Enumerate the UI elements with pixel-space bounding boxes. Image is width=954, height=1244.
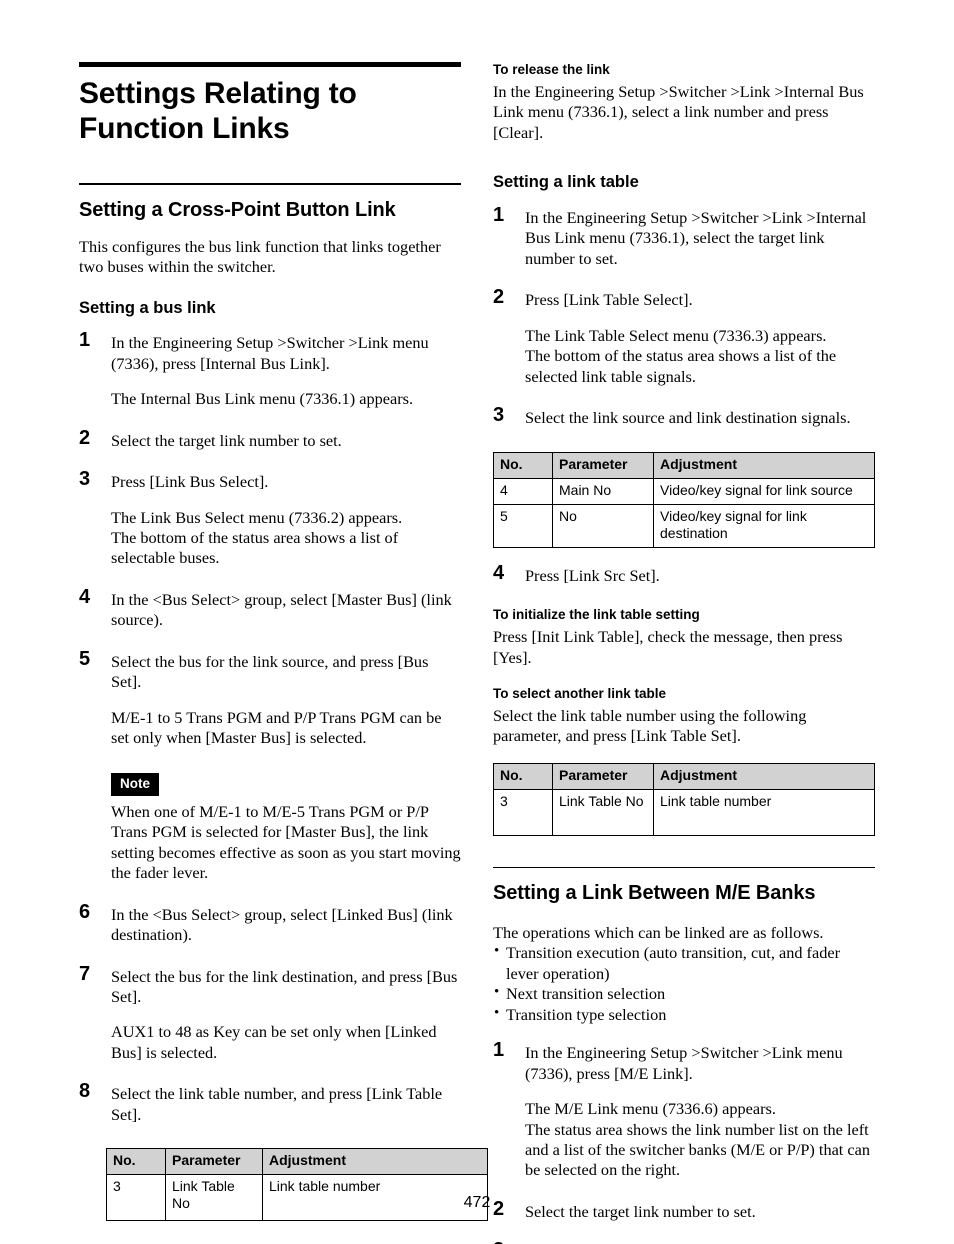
table-cell-no: 3 <box>493 788 553 836</box>
step-item: 4 Press [Link Src Set]. <box>493 561 875 586</box>
step-item: 7 Select the bus for the link destinatio… <box>79 962 461 1008</box>
table-header-row: No. Parameter Adjustment <box>493 762 875 790</box>
table-header-no: No. <box>106 1148 166 1175</box>
list-item: Transition type selection <box>493 1004 875 1025</box>
step-item: 1 In the Engineering Setup >Switcher >Li… <box>493 203 875 269</box>
table-header-parameter: Parameter <box>552 452 654 480</box>
subheading-initialize-link-table: To initialize the link table setting <box>493 607 700 623</box>
step-number: 6 <box>79 900 91 923</box>
table-cell-adjustment: Link table number <box>653 788 875 836</box>
step-number: 7 <box>79 962 91 985</box>
step-text: In the <Bus Select> group, select [Linke… <box>111 904 453 945</box>
step-continuation: The M/E Link menu (7336.6) appears. The … <box>525 1099 870 1180</box>
step-text: In the <Bus Select> group, select [Maste… <box>111 589 452 630</box>
right-column: To release the link In the Engineering S… <box>493 62 875 1244</box>
table-row: 3 Link Table No Link table number <box>493 788 875 836</box>
step-item: 3 Press [Link Bus Select]. <box>79 468 461 492</box>
step-text: Select the target link number to set. <box>111 430 342 450</box>
select-another-link-table-text: Select the link table number using the f… <box>493 706 807 746</box>
step-item: 1 In the Engineering Setup >Switcher >Li… <box>493 1039 875 1084</box>
step-text: In the Engineering Setup >Switcher >Link… <box>525 207 867 268</box>
note-block: Note <box>79 773 461 796</box>
step-item: 5 Select the bus for the link source, an… <box>79 647 461 693</box>
table-row: 5 No Video/key signal for link destinati… <box>493 503 875 548</box>
step-number: 1 <box>493 1039 505 1062</box>
table-header-adjustment: Adjustment <box>653 452 875 480</box>
table-cell-adjustment: Video/key signal for link destination <box>653 503 875 548</box>
table-header-adjustment: Adjustment <box>262 1148 488 1175</box>
table-header-no: No. <box>493 762 553 790</box>
link-table-number-table: No. Parameter Adjustment 3 Link Table No… <box>493 762 875 836</box>
me-banks-intro: The operations which can be linked are a… <box>493 923 824 943</box>
subheading-setting-bus-link: Setting a bus link <box>79 298 216 317</box>
step-number: 4 <box>493 561 505 584</box>
release-link-text: In the Engineering Setup >Switcher >Link… <box>493 81 864 142</box>
initialize-link-table-text: Press [Init Link Table], check the messa… <box>493 627 843 667</box>
cross-point-intro: This configures the bus link function th… <box>79 236 441 277</box>
step-text: Select the bus for the link source, and … <box>111 651 429 692</box>
step-number: 3 <box>79 468 91 491</box>
manual-page: Settings Relating to Function Links Sett… <box>0 0 954 1244</box>
list-item: Next transition selection <box>493 983 875 1004</box>
step-number: 2 <box>79 426 91 449</box>
step-continuation: M/E-1 to 5 Trans PGM and P/P Trans PGM c… <box>111 707 442 748</box>
table-cell-parameter: Link Table No <box>552 788 654 836</box>
table-header-row: No. Parameter Adjustment <box>106 1148 488 1175</box>
list-item: Transition execution (auto transition, c… <box>493 942 875 984</box>
table-header-no: No. <box>493 452 553 480</box>
subheading-select-another-link-table: To select another link table <box>493 686 667 702</box>
step-number: 1 <box>79 329 91 352</box>
step-text: In the Engineering Setup >Switcher >Link… <box>111 333 429 373</box>
step-text: Select the link table number, and press … <box>111 1084 443 1124</box>
title-top-rule <box>79 62 461 67</box>
step-text: Select the link source and link destinat… <box>525 408 851 428</box>
step-number: 8 <box>79 1080 91 1103</box>
step-number: 3 <box>493 1240 504 1244</box>
step-number: 3 <box>493 404 505 427</box>
step-number: 5 <box>79 647 91 670</box>
table-row: 4 Main No Video/key signal for link sour… <box>493 478 875 505</box>
step-text: In the Engineering Setup >Switcher >Link… <box>525 1043 843 1083</box>
table-cell-parameter: Main No <box>552 478 654 505</box>
table-cell-adjustment: Video/key signal for link source <box>653 478 875 505</box>
step-text: Press [Link Bus Select]. <box>111 472 269 492</box>
step-item: 2 Select the target link number to set. <box>79 426 461 451</box>
step-item: 3 Select the link source and link destin… <box>493 404 875 428</box>
step-continuation: The Link Table Select menu (7336.3) appe… <box>525 325 837 386</box>
table-header-adjustment: Adjustment <box>653 762 875 790</box>
note-text: When one of M/E-1 to M/E-5 Trans PGM or … <box>111 801 461 883</box>
page-title: Settings Relating to Function Links <box>79 77 357 146</box>
step-item: 6 In the <Bus Select> group, select [Lin… <box>79 900 461 946</box>
step-text: Press [Link Src Set]. <box>525 565 660 585</box>
table-cell-no: 4 <box>493 478 553 505</box>
step-continuation: The Link Bus Select menu (7336.2) appear… <box>111 507 403 568</box>
link-signal-table: No. Parameter Adjustment 4 Main No Video… <box>493 452 875 548</box>
table-header-parameter: Parameter <box>165 1148 263 1175</box>
step-item: 2 Press [Link Table Select]. <box>493 286 875 310</box>
step-text: Select the bus for the link destination,… <box>111 966 458 1007</box>
me-banks-bullet-list: Transition execution (auto transition, c… <box>493 942 875 1025</box>
left-column: Settings Relating to Function Links Sett… <box>79 62 488 1221</box>
step-number: 2 <box>493 286 505 309</box>
table-cell-no: 5 <box>493 503 553 548</box>
table-header-row: No. Parameter Adjustment <box>493 452 875 480</box>
subheading-setting-link-table: Setting a link table <box>493 173 639 192</box>
step-item: 4 In the <Bus Select> group, select [Mas… <box>79 585 461 631</box>
step-continuation: AUX1 to 48 as Key can be set only when [… <box>111 1022 437 1062</box>
step-item: 1 In the Engineering Setup >Switcher >Li… <box>79 329 461 374</box>
step-item: 8 Select the link table number, and pres… <box>79 1080 461 1125</box>
page-number: 472 <box>463 1194 491 1211</box>
table-header-parameter: Parameter <box>552 762 654 790</box>
step-text: Press [Link Table Select]. <box>525 290 693 310</box>
note-badge: Note <box>111 773 159 796</box>
table-cell-parameter: No <box>552 503 654 548</box>
section-heading-me-banks: Setting a Link Between M/E Banks <box>493 882 816 905</box>
step-continuation: The Internal Bus Link menu (7336.1) appe… <box>111 389 414 409</box>
step-number: 1 <box>493 203 505 226</box>
section-heading-cross-point: Setting a Cross-Point Button Link <box>79 198 396 221</box>
subheading-release-link: To release the link <box>493 62 610 77</box>
step-number: 4 <box>79 585 91 608</box>
